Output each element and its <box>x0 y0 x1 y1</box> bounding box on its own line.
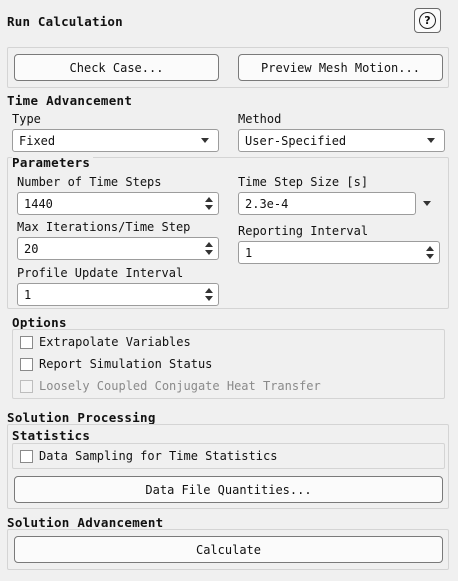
num-time-steps-value: 1440 <box>24 196 53 211</box>
extrapolate-variables-label: Extrapolate Variables <box>39 335 191 349</box>
help-glyph: ? <box>424 14 431 27</box>
num-time-steps-input[interactable]: 1440 <box>17 192 219 215</box>
reporting-interval-value: 1 <box>245 245 253 260</box>
data-sampling-checkbox[interactable]: Data Sampling for Time Statistics <box>20 449 277 463</box>
arrow-up-icon[interactable] <box>205 288 213 293</box>
reporting-interval-input[interactable]: 1 <box>238 241 440 264</box>
time-step-size-value: 2.3e-4 <box>245 196 289 211</box>
checkbox-box[interactable] <box>20 449 33 463</box>
profile-update-interval-input[interactable]: 1 <box>17 283 219 306</box>
question-circle-icon: ? <box>419 12 436 29</box>
data-file-quantities-button[interactable]: Data File Quantities... <box>14 476 443 503</box>
max-iterations-value: 20 <box>24 241 39 256</box>
type-dropdown-value: Fixed <box>19 133 56 148</box>
chevron-down-icon <box>201 138 209 143</box>
solution-processing-heading: Solution Processing <box>7 410 156 425</box>
checkbox-box[interactable] <box>20 357 33 371</box>
chevron-down-icon <box>427 138 435 143</box>
solution-advancement-heading: Solution Advancement <box>7 515 164 530</box>
arrow-up-icon[interactable] <box>205 242 213 247</box>
preview-mesh-motion-button[interactable]: Preview Mesh Motion... <box>238 54 443 81</box>
num-time-steps-label: Number of Time Steps <box>17 175 162 189</box>
time-step-size-dropdown-icon[interactable] <box>423 201 431 206</box>
spinner-arrows[interactable] <box>202 238 216 259</box>
help-button[interactable]: ? <box>414 8 441 33</box>
loosely-coupled-cht-label: Loosely Coupled Conjugate Heat Transfer <box>39 379 321 393</box>
time-step-size-label: Time Step Size [s] <box>238 175 369 189</box>
method-label: Method <box>238 112 282 126</box>
arrow-down-icon[interactable] <box>426 254 434 259</box>
arrow-down-icon[interactable] <box>205 296 213 301</box>
arrow-up-icon[interactable] <box>426 246 434 251</box>
parameters-heading: Parameters <box>12 155 94 170</box>
statistics-heading: Statistics <box>12 428 91 443</box>
check-case-button[interactable]: Check Case... <box>14 54 219 81</box>
report-simulation-status-checkbox[interactable]: Report Simulation Status <box>20 357 212 371</box>
options-heading: Options <box>12 315 67 330</box>
panel-title: Run Calculation <box>7 14 123 29</box>
checkbox-box[interactable] <box>20 335 33 349</box>
calculate-button[interactable]: Calculate <box>14 536 443 563</box>
arrow-up-icon[interactable] <box>205 197 213 202</box>
reporting-interval-label: Reporting Interval <box>238 224 369 238</box>
time-advancement-heading: Time Advancement <box>7 93 133 108</box>
report-simulation-status-label: Report Simulation Status <box>39 357 213 371</box>
method-dropdown[interactable]: User-Specified <box>238 129 445 152</box>
loosely-coupled-cht-checkbox: Loosely Coupled Conjugate Heat Transfer <box>20 379 321 393</box>
extrapolate-variables-checkbox[interactable]: Extrapolate Variables <box>20 335 191 349</box>
spinner-arrows[interactable] <box>202 284 216 305</box>
arrow-down-icon[interactable] <box>205 205 213 210</box>
max-iterations-input[interactable]: 20 <box>17 237 219 260</box>
data-sampling-label: Data Sampling for Time Statistics <box>39 449 278 463</box>
profile-update-interval-label: Profile Update Interval <box>17 266 184 280</box>
type-label: Type <box>12 112 41 126</box>
checkbox-box <box>20 379 33 393</box>
type-dropdown[interactable]: Fixed <box>12 129 219 152</box>
arrow-down-icon[interactable] <box>205 250 213 255</box>
time-step-size-input[interactable]: 2.3e-4 <box>238 192 416 215</box>
spinner-arrows[interactable] <box>423 242 437 263</box>
spinner-arrows[interactable] <box>202 193 216 214</box>
method-dropdown-value: User-Specified <box>245 133 347 148</box>
profile-update-interval-value: 1 <box>24 287 32 302</box>
max-iterations-label: Max Iterations/Time Step <box>17 220 191 234</box>
